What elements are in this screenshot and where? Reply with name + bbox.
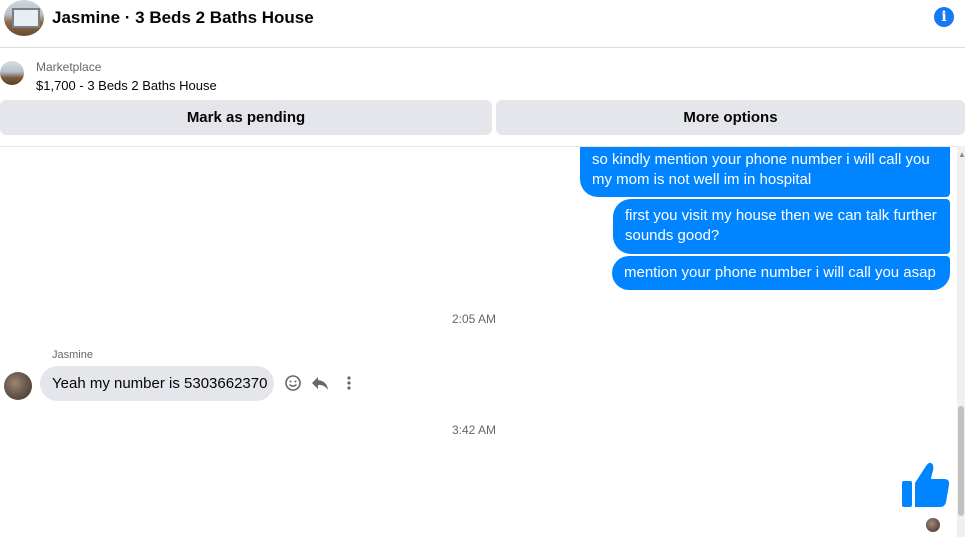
sender-name: Jasmine [52, 349, 93, 361]
listing-summary[interactable]: $1,700 - 3 Beds 2 Baths House [36, 78, 217, 93]
message-line: my mom is not well im in hospital [592, 171, 812, 188]
listing-thumbnail[interactable] [0, 61, 24, 85]
more-vertical-icon[interactable] [340, 374, 358, 392]
marketplace-label: Marketplace [36, 60, 102, 74]
scroll-up-icon[interactable]: ▲ [958, 150, 965, 159]
react-emoji-icon[interactable] [284, 374, 302, 392]
conversation-header: Jasmine · 3 Beds 2 Baths House i [0, 0, 965, 48]
message-line: first you visit my house then we can tal… [625, 207, 937, 224]
more-options-button[interactable]: More options [496, 100, 965, 135]
mark-as-pending-button[interactable]: Mark as pending [0, 100, 492, 135]
scrollbar-thumb[interactable] [958, 406, 964, 516]
conversation-title[interactable]: Jasmine · 3 Beds 2 Baths House [52, 8, 314, 28]
outgoing-message[interactable]: first you visit my house then we can tal… [613, 199, 950, 254]
outgoing-message[interactable]: so kindly mention your phone number i wi… [580, 147, 950, 197]
reply-icon[interactable] [311, 374, 329, 392]
incoming-message[interactable]: Yeah my number is 5303662370 [40, 366, 274, 401]
message-line: mention your phone number i will call yo… [624, 264, 936, 281]
message-line: sounds good? [625, 227, 720, 244]
smiley-icon [285, 375, 301, 391]
info-icon[interactable]: i [934, 7, 954, 27]
seen-avatar [926, 518, 940, 532]
thumbs-up-icon[interactable] [900, 458, 952, 510]
timestamp: 3:42 AM [452, 423, 497, 437]
sender-avatar[interactable] [4, 372, 32, 400]
listing-avatar[interactable] [4, 0, 44, 36]
message-line: so kindly mention your phone number i wi… [592, 151, 930, 168]
outgoing-message[interactable]: mention your phone number i will call yo… [612, 256, 950, 290]
timestamp: 2:05 AM [452, 312, 497, 326]
